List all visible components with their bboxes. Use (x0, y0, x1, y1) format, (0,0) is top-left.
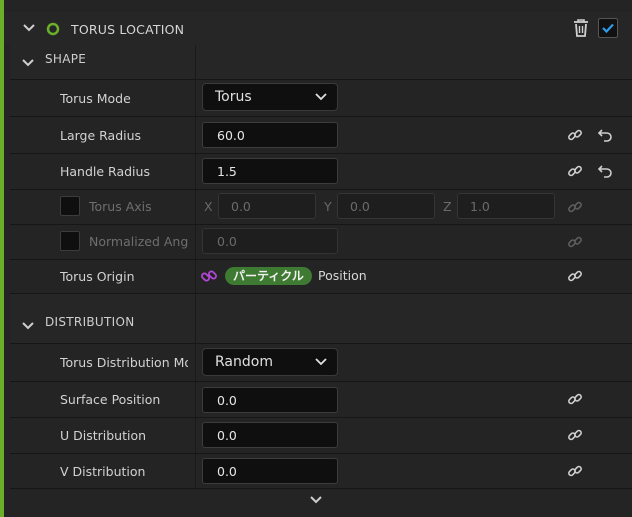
linked-input-icon[interactable] (200, 267, 218, 285)
property-label: Large Radius (60, 128, 142, 143)
axis-z-label: Z (443, 199, 452, 214)
torus-axis-enable-checkbox[interactable] (60, 196, 80, 216)
status-ring-icon (46, 22, 60, 36)
input-value: 0.0 (217, 464, 237, 479)
dropdown-value: Random (215, 354, 273, 370)
property-label: Torus Origin (60, 269, 135, 284)
property-label: Torus Mode (60, 91, 131, 106)
axis-y-label: Y (324, 199, 332, 214)
property-label: Torus Axis (89, 199, 152, 214)
row-large-radius: Large Radius 60.0 (10, 117, 632, 154)
property-label: V Distribution (60, 464, 146, 479)
torus-axis-x-input[interactable]: 0.0 (218, 193, 316, 219)
trash-icon[interactable] (572, 18, 590, 38)
row-v-distribution: V Distribution 0.0 (10, 454, 632, 489)
property-label: U Distribution (60, 428, 147, 443)
reset-arrow-icon[interactable] (597, 127, 613, 143)
input-value: 0.0 (231, 199, 251, 214)
handle-radius-input[interactable]: 1.5 (202, 158, 338, 184)
row-torus-origin: Torus Origin パーティクル Position (10, 260, 632, 294)
namespace-pill[interactable]: パーティクル (225, 267, 312, 285)
axis-x-label: X (204, 199, 213, 214)
row-distribution-mode: Torus Distribution Mode Random (10, 344, 632, 382)
section-label: SHAPE (45, 52, 87, 66)
row-torus-axis: Torus Axis X 0.0 Y 0.0 Z 1.0 (10, 190, 632, 225)
row-normalized-angle: Normalized Angle 0.0 (10, 225, 632, 260)
link-icon[interactable] (567, 199, 583, 215)
module-accent-bar (0, 0, 4, 517)
module-header[interactable]: TORUS LOCATION (4, 12, 632, 45)
dropdown-value: Torus (215, 89, 252, 105)
input-value: 60.0 (217, 128, 245, 143)
chevron-down-icon (315, 93, 327, 101)
reset-arrow-icon[interactable] (597, 163, 613, 179)
surface-position-input[interactable]: 0.0 (202, 387, 338, 413)
chevron-down-icon[interactable] (21, 319, 35, 333)
chevron-down-icon[interactable] (22, 21, 36, 35)
module-panel: TORUS LOCATION SHAPE Torus Mode Torus La… (0, 0, 632, 517)
distribution-mode-dropdown[interactable]: Random (202, 348, 338, 376)
link-icon[interactable] (567, 163, 583, 179)
normalized-angle-input[interactable]: 0.0 (202, 228, 338, 254)
input-value: 0.0 (350, 199, 370, 214)
property-label: Surface Position (60, 392, 161, 407)
property-label: Handle Radius (60, 164, 150, 179)
link-icon[interactable] (567, 427, 583, 443)
torus-mode-dropdown[interactable]: Torus (202, 83, 338, 111)
checkmark-icon (602, 23, 614, 34)
chevron-down-icon (315, 358, 327, 366)
section-label: DISTRIBUTION (45, 315, 135, 329)
link-icon[interactable] (567, 463, 583, 479)
u-distribution-input[interactable]: 0.0 (202, 422, 338, 448)
property-label: Torus Distribution Mode (60, 355, 188, 370)
module-title: TORUS LOCATION (71, 22, 185, 37)
normalized-angle-enable-checkbox[interactable] (60, 231, 80, 251)
torus-axis-y-input[interactable]: 0.0 (337, 193, 435, 219)
section-distribution[interactable]: DISTRIBUTION (10, 294, 632, 344)
module-enabled-checkbox[interactable] (598, 18, 618, 38)
input-value: 1.0 (470, 199, 490, 214)
link-icon[interactable] (567, 268, 583, 284)
section-shape[interactable]: SHAPE (10, 45, 632, 80)
row-u-distribution: U Distribution 0.0 (10, 418, 632, 454)
row-surface-position: Surface Position 0.0 (10, 382, 632, 418)
input-value: 0.0 (217, 234, 237, 249)
v-distribution-input[interactable]: 0.0 (202, 458, 338, 484)
link-icon[interactable] (567, 127, 583, 143)
input-value: 0.0 (217, 428, 237, 443)
row-handle-radius: Handle Radius 1.5 (10, 154, 632, 190)
input-value: 0.0 (217, 393, 237, 408)
link-icon[interactable] (567, 234, 583, 250)
property-label: Normalized Angle (89, 234, 189, 249)
show-advanced-toggle[interactable] (4, 489, 632, 517)
torus-axis-z-input[interactable]: 1.0 (457, 193, 555, 219)
chevron-down-icon[interactable] (21, 56, 35, 70)
large-radius-input[interactable]: 60.0 (202, 122, 338, 148)
attribute-name: Position (318, 268, 367, 283)
chevron-down-icon[interactable] (309, 495, 323, 505)
input-value: 1.5 (217, 164, 237, 179)
link-icon[interactable] (567, 391, 583, 407)
row-torus-mode: Torus Mode Torus (10, 80, 632, 117)
